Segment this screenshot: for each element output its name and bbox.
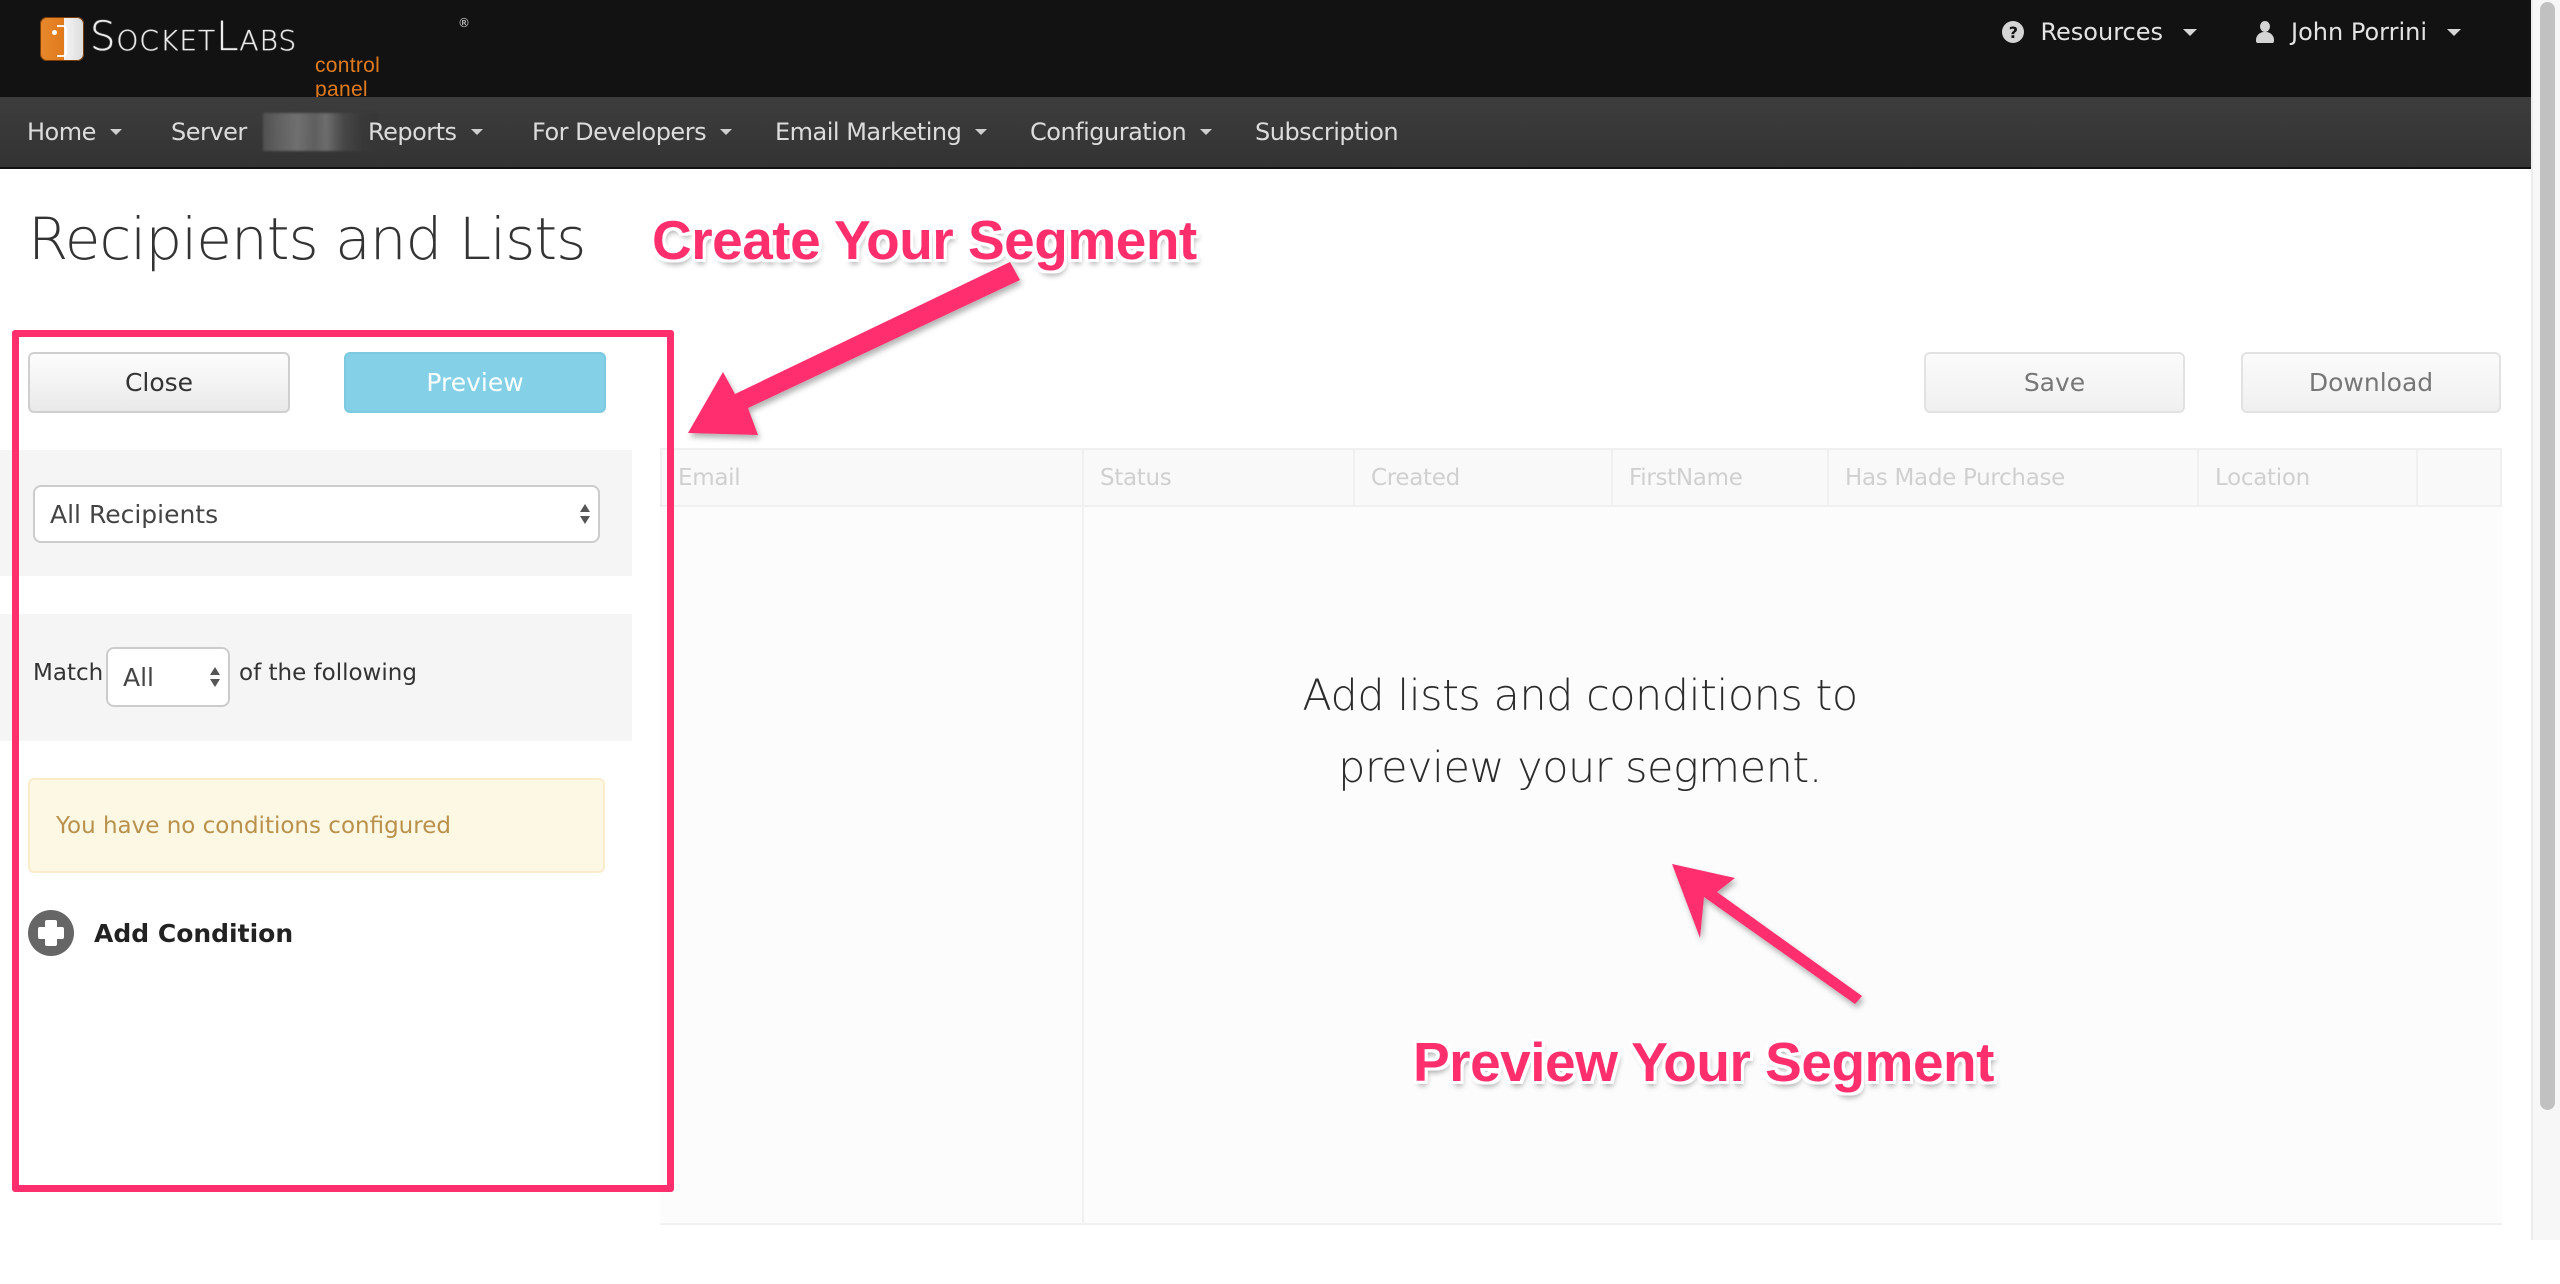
recipient-source-select[interactable]: All Recipients: [33, 485, 600, 543]
caret-down-icon: [2183, 28, 2198, 36]
nav-subscription[interactable]: Subscription: [1255, 97, 1399, 167]
table-column-divider: [1082, 507, 1084, 1225]
socketlabs-logo[interactable]: SocketLabs ® control panel: [40, 14, 470, 101]
match-mode-select[interactable]: All: [106, 647, 230, 707]
logo-brand: SocketLabs: [90, 14, 298, 60]
match-prefix-label: Match: [33, 660, 104, 686]
column-header-status[interactable]: Status: [1084, 450, 1355, 505]
column-header-email[interactable]: Email: [662, 450, 1084, 505]
nav-email-marketing-label: Email Marketing: [775, 118, 962, 146]
list-source-well: All Recipients: [0, 450, 632, 576]
scrollbar-thumb[interactable]: [2540, 2, 2555, 1110]
table-bottom-border: [660, 1223, 2502, 1225]
nav-configuration[interactable]: Configuration: [1030, 97, 1213, 167]
caret-down-icon: [1200, 129, 1213, 135]
nav-reports[interactable]: Reports: [368, 97, 483, 167]
save-button[interactable]: Save: [1924, 352, 2185, 413]
registered-mark: ®: [458, 16, 470, 30]
nav-home[interactable]: Home: [27, 97, 122, 167]
nav-home-label: Home: [27, 118, 96, 146]
user-icon: [2255, 21, 2275, 43]
caret-down-icon: [975, 129, 988, 135]
column-header-extra: [2418, 450, 2500, 505]
empty-preview-line-1: Add lists and conditions to: [1302, 671, 1858, 721]
column-header-location[interactable]: Location: [2199, 450, 2418, 505]
nav-subscription-label: Subscription: [1255, 118, 1399, 146]
caret-down-icon: [720, 129, 733, 135]
question-circle-icon: ?: [2002, 21, 2025, 43]
add-condition-button[interactable]: Add Condition: [28, 910, 293, 956]
plus-circle-icon: [28, 910, 74, 956]
recipient-source-value: All Recipients: [50, 499, 219, 529]
preview-table: Email Status Created FirstName Has Made …: [660, 448, 2502, 1225]
nav-server-label: Server: [171, 118, 247, 146]
page-title: Recipients and Lists: [28, 205, 586, 273]
user-menu[interactable]: John Porrini: [2255, 18, 2461, 46]
main-nav: Home Server Reports For Developers Email…: [0, 97, 2531, 169]
select-arrows-icon: [580, 504, 590, 524]
resources-menu[interactable]: ? Resources: [2002, 18, 2198, 46]
column-header-has-made-purchase[interactable]: Has Made Purchase: [1829, 450, 2199, 505]
nav-for-developers[interactable]: For Developers: [532, 97, 733, 167]
annotation-preview-segment: Preview Your Segment: [1413, 1031, 1994, 1093]
page-scrollbar[interactable]: [2531, 0, 2560, 1240]
match-well: Match All of the following: [0, 614, 632, 741]
logo-text: SocketLabs ® control panel: [90, 14, 470, 101]
top-header: SocketLabs ® control panel ? Resources J…: [0, 0, 2531, 101]
close-button[interactable]: Close: [28, 352, 290, 413]
resources-label: Resources: [2040, 18, 2164, 46]
add-condition-label: Add Condition: [94, 918, 294, 948]
nav-configuration-label: Configuration: [1030, 118, 1187, 146]
logo-subtitle: control panel: [315, 54, 381, 101]
annotation-create-segment: Create Your Segment: [652, 209, 1197, 271]
match-suffix-label: of the following: [239, 660, 417, 686]
socketlabs-logo-icon: [40, 17, 84, 61]
column-header-created[interactable]: Created: [1355, 450, 1613, 505]
nav-server[interactable]: Server: [171, 97, 378, 167]
column-header-firstname[interactable]: FirstName: [1613, 450, 1829, 505]
user-name: John Porrini: [2291, 18, 2427, 46]
caret-down-icon: [109, 129, 122, 135]
empty-preview-message: Add lists and conditions to preview your…: [1230, 660, 1930, 804]
download-button[interactable]: Download: [2241, 352, 2501, 413]
match-mode-value: All: [123, 662, 154, 692]
caret-down-icon: [470, 129, 483, 135]
preview-button[interactable]: Preview: [344, 352, 606, 413]
nav-reports-label: Reports: [368, 118, 457, 146]
caret-down-icon: [2447, 28, 2461, 36]
select-arrows-icon: [210, 667, 220, 687]
redacted-server-name: [262, 113, 378, 151]
empty-preview-line-2: preview your segment.: [1338, 743, 1822, 793]
table-header: Email Status Created FirstName Has Made …: [660, 448, 2502, 507]
nav-for-developers-label: For Developers: [532, 118, 707, 146]
nav-email-marketing[interactable]: Email Marketing: [775, 97, 988, 167]
create-segment-arrow: [688, 262, 1020, 435]
no-conditions-alert: You have no conditions configured: [28, 778, 605, 873]
header-right-menu: ? Resources John Porrini: [2002, 18, 2461, 46]
